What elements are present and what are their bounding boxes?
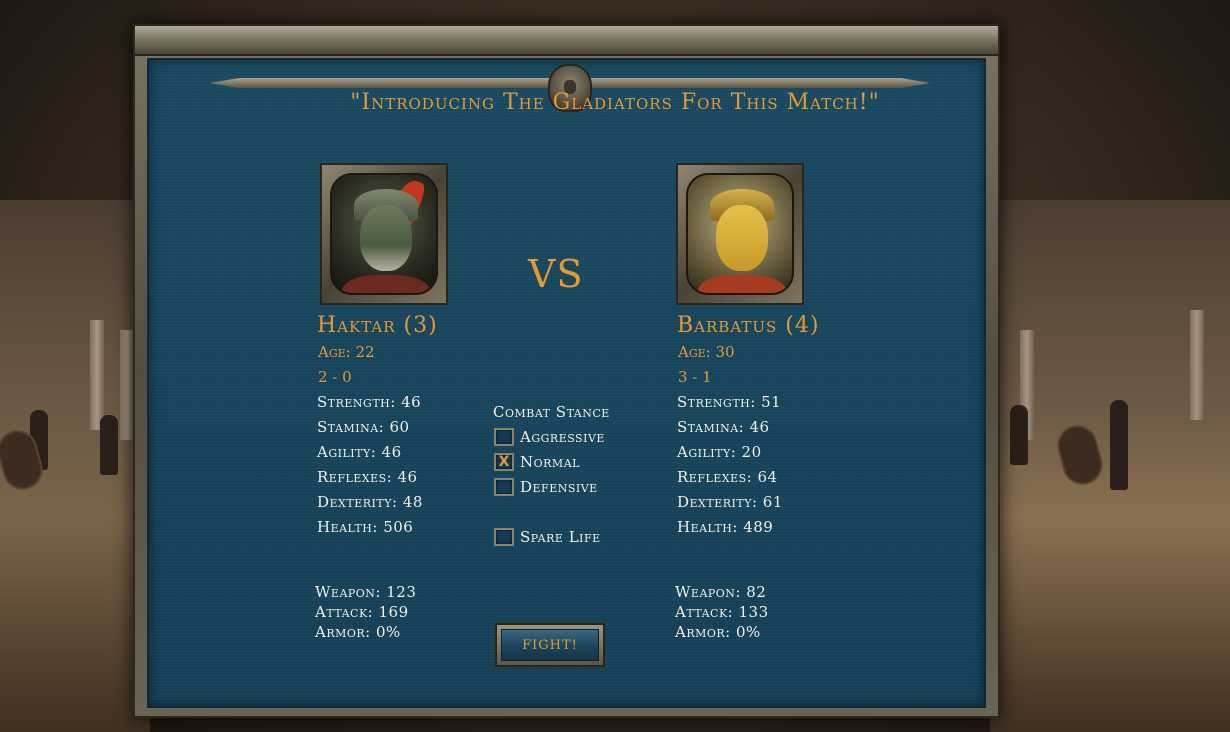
- arena-column: [120, 330, 134, 440]
- aggressive-label[interactable]: Aggressive: [520, 428, 605, 446]
- fight-button[interactable]: FIGHT!: [495, 623, 605, 667]
- fight-button-label[interactable]: FIGHT!: [501, 629, 599, 661]
- left-gladiator-age: Age: 22: [318, 343, 375, 361]
- right-stat-strength: Strength: 51: [677, 393, 782, 411]
- spare-life-label[interactable]: Spare Life: [520, 528, 601, 546]
- frame-top-molding: [135, 26, 998, 56]
- defensive-checkbox[interactable]: [494, 478, 514, 496]
- left-gear-attack: Attack: 169: [315, 603, 409, 621]
- left-gladiator-name: Haktar (3): [317, 313, 438, 338]
- right-stat-agility: Agility: 20: [677, 443, 762, 461]
- background-gladiator: [100, 415, 118, 475]
- left-gladiator-portrait: [320, 163, 448, 305]
- left-stat-health: Health: 506: [317, 518, 414, 536]
- left-stat-reflexes: Reflexes: 46: [317, 468, 418, 486]
- stance-option-normal[interactable]: X Normal: [494, 453, 580, 471]
- left-stat-stamina: Stamina: 60: [317, 418, 410, 436]
- left-gear-armor: Armor: 0%: [315, 623, 401, 641]
- gladiator-body-icon: [698, 275, 786, 293]
- right-stat-stamina: Stamina: 46: [677, 418, 770, 436]
- match-title: "Introducing The Gladiators For This Mat…: [350, 90, 880, 115]
- right-gladiator-portrait: [676, 163, 804, 305]
- aggressive-checkbox[interactable]: [494, 428, 514, 446]
- arena-column: [90, 320, 104, 430]
- right-stat-dexterity: Dexterity: 61: [677, 493, 783, 511]
- spare-life-checkbox[interactable]: [494, 528, 514, 546]
- match-dialog-panel: [147, 58, 986, 708]
- left-gladiator-record: 2 - 0: [318, 368, 352, 386]
- right-stat-reflexes: Reflexes: 64: [677, 468, 778, 486]
- defensive-label[interactable]: Defensive: [520, 478, 598, 496]
- background-gladiator: [1010, 405, 1028, 465]
- left-gear-weapon: Weapon: 123: [315, 583, 417, 601]
- left-stat-dexterity: Dexterity: 48: [317, 493, 423, 511]
- right-gladiator-name: Barbatus (4): [677, 313, 820, 338]
- combat-stance-title: Combat Stance: [493, 403, 610, 421]
- right-gear-armor: Armor: 0%: [675, 623, 761, 641]
- left-stat-strength: Strength: 46: [317, 393, 422, 411]
- right-stat-health: Health: 489: [677, 518, 774, 536]
- right-gladiator-age: Age: 30: [678, 343, 735, 361]
- background-gladiator: [1110, 400, 1128, 490]
- spare-life-option[interactable]: Spare Life: [494, 528, 601, 546]
- right-gear-attack: Attack: 133: [675, 603, 769, 621]
- left-stat-agility: Agility: 46: [317, 443, 402, 461]
- gladiator-body-icon: [342, 275, 430, 293]
- gladiator-face-icon: [360, 205, 412, 271]
- normal-label[interactable]: Normal: [520, 453, 580, 471]
- match-dialog-frame: [133, 24, 1000, 718]
- gladiator-face-icon: [716, 205, 768, 271]
- arena-column: [1190, 310, 1204, 420]
- right-gladiator-record: 3 - 1: [678, 368, 712, 386]
- versus-label: VS: [528, 252, 584, 296]
- arena-background-right: [990, 200, 1230, 732]
- portrait-image: [686, 173, 794, 295]
- right-gear-weapon: Weapon: 82: [675, 583, 767, 601]
- stance-option-defensive[interactable]: Defensive: [494, 478, 598, 496]
- stance-option-aggressive[interactable]: Aggressive: [494, 428, 605, 446]
- arena-background-left: [0, 200, 150, 732]
- background-shield: [1052, 420, 1108, 490]
- normal-checkbox[interactable]: X: [494, 453, 514, 471]
- portrait-image: [330, 173, 438, 295]
